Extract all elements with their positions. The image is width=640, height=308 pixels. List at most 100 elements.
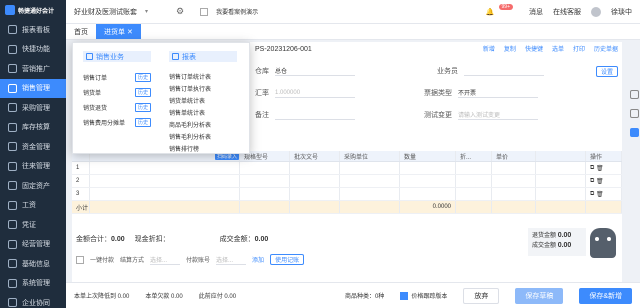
gear-icon[interactable]: ⚙ xyxy=(176,6,184,17)
add-link[interactable]: 添加 xyxy=(252,255,264,264)
table-cell[interactable] xyxy=(400,175,456,187)
delete-icon[interactable]: 🗑 xyxy=(596,178,604,185)
sidebar-item[interactable]: 营销推广 xyxy=(0,59,66,79)
sidebar-item[interactable]: 企业协同 xyxy=(0,293,66,308)
message-link[interactable]: 消息 xyxy=(529,7,543,17)
account-select[interactable]: 选择... xyxy=(216,255,247,265)
table-cell[interactable] xyxy=(456,162,492,174)
delete-icon[interactable]: 🗑 xyxy=(596,165,604,172)
avatar[interactable] xyxy=(591,6,601,17)
method-select[interactable]: 选择... xyxy=(150,255,181,265)
table-cell[interactable] xyxy=(340,162,400,174)
table-cell[interactable] xyxy=(290,188,340,200)
user-name[interactable]: 徐琰中 xyxy=(611,7,632,17)
copy-icon[interactable]: ⧉ xyxy=(590,165,594,172)
table-cell[interactable] xyxy=(240,188,290,200)
company-selector[interactable]: 好业财及医测试账套 xyxy=(74,7,137,17)
tab-purchase-order[interactable]: 进货单 ✕ xyxy=(96,24,141,39)
menu-item[interactable]: 销售订单统计表 xyxy=(169,70,237,82)
table-cell[interactable] xyxy=(536,162,586,174)
delete-icon[interactable]: 🗑 xyxy=(596,191,604,198)
history-button[interactable]: 历史单据 xyxy=(594,44,618,53)
table-cell[interactable] xyxy=(290,175,340,187)
menu-item[interactable]: 销货单 历史 xyxy=(83,85,151,100)
table-cell[interactable] xyxy=(456,188,492,200)
menu-item[interactable]: 商品毛利分析表 xyxy=(169,118,237,130)
discount-field[interactable]: 现金折扣： xyxy=(135,234,170,244)
menu-item[interactable]: 销售费用分摊单 历史 xyxy=(83,115,151,130)
sidebar-item[interactable]: 销售管理 xyxy=(0,78,66,98)
table-cell[interactable] xyxy=(90,188,240,200)
link-icon[interactable] xyxy=(629,109,639,118)
table-cell[interactable] xyxy=(536,175,586,187)
bookkeeping-button[interactable]: 使用记账 xyxy=(270,254,305,265)
history-link[interactable]: 历史 xyxy=(134,73,151,82)
sidebar-item[interactable]: 快捷功能 xyxy=(0,40,66,60)
new-button[interactable]: 新增 xyxy=(483,44,495,53)
table-cell[interactable] xyxy=(492,162,536,174)
history-link[interactable]: 历史 xyxy=(134,118,151,127)
save-new-button[interactable]: 保存&新增 xyxy=(579,287,632,304)
invoice-type-select[interactable]: 不开票 xyxy=(458,88,538,98)
settings-button[interactable]: 设置 xyxy=(595,66,618,77)
sidebar-item[interactable]: 凭证 xyxy=(0,215,66,235)
table-cell[interactable] xyxy=(492,175,536,187)
rate-field[interactable]: 1.000000 xyxy=(275,88,355,98)
select-button[interactable]: 选单 xyxy=(552,44,564,53)
bell-icon[interactable]: 🔔 xyxy=(486,8,495,16)
table-cell[interactable] xyxy=(400,162,456,174)
history-link[interactable]: 历史 xyxy=(134,103,151,112)
table-cell[interactable] xyxy=(90,175,240,187)
save-draft-button[interactable]: 保存草稿 xyxy=(515,287,564,304)
table-cell[interactable] xyxy=(290,162,340,174)
abandon-button[interactable]: 放弃 xyxy=(463,287,500,304)
row-actions[interactable]: ⧉ 🗑 xyxy=(586,175,622,187)
close-icon[interactable]: ✕ xyxy=(127,28,133,36)
sidebar-item[interactable]: 报表看板 xyxy=(0,20,66,40)
sidebar-item[interactable]: 固定资产 xyxy=(0,176,66,196)
table-cell[interactable] xyxy=(536,188,586,200)
table-cell[interactable] xyxy=(456,175,492,187)
table-cell[interactable] xyxy=(340,175,400,187)
sidebar-item[interactable]: 基础信息 xyxy=(0,254,66,274)
menu-item[interactable]: 销售订单执行表 xyxy=(169,82,237,94)
table-cell[interactable] xyxy=(340,188,400,200)
table-cell[interactable] xyxy=(492,188,536,200)
row-actions[interactable]: ⧉ 🗑 xyxy=(586,162,622,174)
salesperson-field[interactable] xyxy=(464,66,544,76)
copy-icon[interactable]: ⧉ xyxy=(590,178,594,185)
sidebar-item[interactable]: 经营管理 xyxy=(0,235,66,255)
warehouse-field[interactable]: 总仓 xyxy=(275,66,355,76)
expand-icon[interactable] xyxy=(629,128,639,137)
tab-home[interactable]: 首页 xyxy=(66,24,96,39)
table-cell[interactable] xyxy=(400,188,456,200)
menu-item[interactable]: 销售毛利分析表 xyxy=(169,130,237,142)
menu-item[interactable]: 销售单统计表 xyxy=(169,106,237,118)
copy-button[interactable]: 复制 xyxy=(504,44,516,53)
pay-checkbox[interactable] xyxy=(76,255,84,264)
sidebar-item[interactable]: 采购管理 xyxy=(0,98,66,118)
chevron-down-icon[interactable]: ▾ xyxy=(145,8,148,15)
sidebar-item[interactable]: 库存核算 xyxy=(0,118,66,138)
menu-item[interactable]: 销货单统计表 xyxy=(169,94,237,106)
demo-label[interactable]: 我要看案例演示 xyxy=(216,7,258,16)
menu-item[interactable]: 销售排行榜 xyxy=(169,142,237,154)
menu-item[interactable]: 销货退货 历史 xyxy=(83,100,151,115)
price-check-box[interactable] xyxy=(400,291,409,300)
sidebar-item[interactable]: 系统管理 xyxy=(0,274,66,294)
test-field[interactable]: 请输入测试变更 xyxy=(458,110,538,120)
document-icon[interactable] xyxy=(629,90,639,99)
print-button[interactable]: 打印 xyxy=(573,44,585,53)
price-check[interactable]: 价格跟踪版本 xyxy=(400,291,447,300)
note-field[interactable] xyxy=(275,110,355,120)
table-cell[interactable] xyxy=(240,175,290,187)
menu-item[interactable]: 销售订单 历史 xyxy=(83,70,151,85)
demo-checkbox[interactable] xyxy=(200,7,209,16)
sidebar-item[interactable]: 资金管理 xyxy=(0,137,66,157)
shortcut-button[interactable]: 快捷键 xyxy=(525,44,543,53)
sidebar-item[interactable]: 往来管理 xyxy=(0,157,66,177)
table-cell[interactable] xyxy=(240,162,290,174)
sidebar-item[interactable]: 工资 xyxy=(0,196,66,216)
history-link[interactable]: 历史 xyxy=(134,88,151,97)
row-actions[interactable]: ⧉ 🗑 xyxy=(586,188,622,200)
